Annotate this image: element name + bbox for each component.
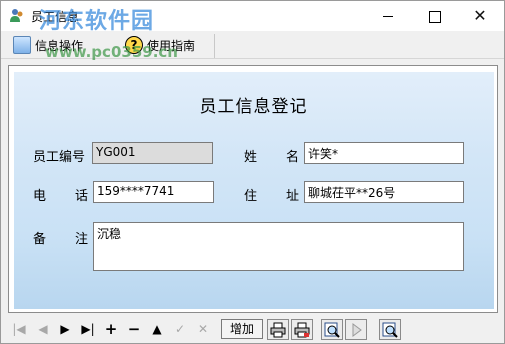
info-icon: [13, 36, 31, 54]
delete-record-button[interactable]: −: [125, 319, 143, 339]
first-record-button[interactable]: |◀: [10, 319, 28, 339]
address-label-2: 址: [286, 189, 300, 204]
app-window: 员工信息 河东软件园 ✕ 信息操作 ? 使用指南 www.pc0359.cn 员…: [0, 0, 505, 344]
title-bar[interactable]: 员工信息 河东软件园 ✕: [1, 1, 504, 34]
print-setup-button[interactable]: [291, 319, 313, 340]
find-button[interactable]: [379, 319, 401, 340]
employee-id-field[interactable]: YG001: [92, 142, 213, 164]
preview-button[interactable]: [321, 319, 343, 340]
watermark-url: www.pc0359.cn: [45, 43, 178, 61]
magnifier-icon: [324, 322, 340, 338]
print-button[interactable]: [267, 319, 289, 340]
app-icon: [10, 9, 23, 22]
play-button[interactable]: [345, 319, 367, 340]
last-record-button[interactable]: ▶|: [79, 319, 97, 339]
note-label-2: 注: [75, 232, 89, 247]
phone-label-2: 话: [75, 189, 89, 204]
form-title: 员工信息登记: [199, 97, 308, 117]
insert-record-button[interactable]: +: [102, 319, 120, 339]
close-button[interactable]: ✕: [457, 1, 503, 31]
name-label-1: 姓: [244, 150, 258, 165]
note-label-1: 备: [33, 232, 47, 247]
minimize-button[interactable]: [365, 1, 411, 31]
name-label-2: 名: [286, 150, 300, 165]
next-record-button[interactable]: ▶: [56, 319, 74, 339]
maximize-button[interactable]: [411, 1, 457, 31]
prev-record-button[interactable]: ◀: [34, 319, 52, 339]
printer-setup-icon: [294, 322, 310, 338]
name-field[interactable]: 许笑*: [304, 142, 464, 164]
phone-label-1: 电: [33, 189, 47, 204]
cancel-record-button[interactable]: ✕: [194, 319, 212, 339]
menu-separator: [214, 34, 215, 58]
add-button[interactable]: 增加: [221, 319, 263, 339]
play-icon: [352, 323, 362, 337]
phone-field[interactable]: 159****7741: [93, 181, 214, 203]
search-icon: [382, 322, 398, 338]
edit-record-button[interactable]: ▲: [148, 319, 166, 339]
address-label-1: 住: [244, 189, 258, 204]
employee-id-label: 员工编号: [33, 150, 86, 165]
note-field[interactable]: 沉稳: [93, 222, 464, 271]
printer-icon: [270, 322, 286, 338]
post-record-button[interactable]: ✓: [171, 319, 189, 339]
address-field[interactable]: 聊城茌平**26号: [304, 181, 464, 203]
